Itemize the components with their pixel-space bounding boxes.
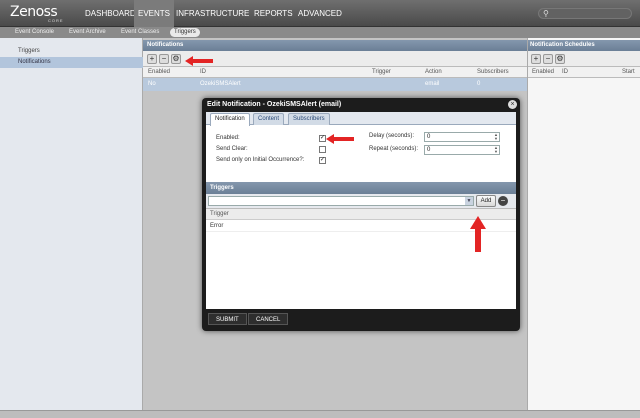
add-notification-button[interactable]: + xyxy=(147,54,157,64)
initial-occurrence-label: Send only on Initial Occurrence?: xyxy=(216,157,305,163)
cell-id: OzekiSMSAlert xyxy=(200,81,241,87)
delay-seconds-input[interactable]: 0 ▲ ▼ xyxy=(424,132,500,142)
tab-content[interactable]: Content xyxy=(253,113,285,125)
column-action[interactable]: Action xyxy=(425,67,442,78)
dialog-footer: SUBMIT CANCEL xyxy=(206,310,516,328)
dialog-body: Notification Content Subscribers Enabled… xyxy=(206,112,516,309)
repeat-label: Repeat (seconds): xyxy=(369,146,419,152)
schedules-toolbar: + − ⚙ xyxy=(528,51,640,67)
sub-navigation-bar: Event Console Event Archive Event Classe… xyxy=(0,27,640,38)
notifications-panel-title: Notifications xyxy=(143,40,527,51)
subtab-triggers[interactable]: Triggers xyxy=(170,28,200,37)
spinner-arrows-icon[interactable]: ▲ ▼ xyxy=(494,133,498,141)
edit-notification-gear-icon[interactable]: ⚙ xyxy=(171,54,181,64)
column-enabled[interactable]: Enabled xyxy=(148,67,170,78)
annotation-arrow-add xyxy=(470,216,486,252)
nav-tab-dashboard[interactable]: DASHBOARD xyxy=(81,0,140,27)
status-bar xyxy=(0,410,640,418)
schedule-column-id[interactable]: ID xyxy=(562,67,568,78)
search-input[interactable] xyxy=(538,8,632,19)
remove-trigger-button[interactable]: − xyxy=(498,196,508,206)
dialog-tab-bar: Notification Content Subscribers xyxy=(206,112,516,126)
left-item-triggers[interactable]: Triggers xyxy=(0,46,143,57)
schedule-column-start[interactable]: Start xyxy=(622,67,635,78)
cancel-button[interactable]: CANCEL xyxy=(248,313,289,325)
tab-notification[interactable]: Notification xyxy=(210,113,250,126)
cell-action: email xyxy=(425,81,440,87)
nav-tab-infrastructure[interactable]: INFRASTRUCTURE xyxy=(172,0,253,27)
column-id[interactable]: ID xyxy=(200,67,206,78)
notifications-grid-header: Enabled ID Trigger Action Subscribers xyxy=(143,67,527,78)
schedules-grid-header: Enabled ID Start xyxy=(528,67,640,78)
enabled-label: Enabled: xyxy=(216,135,240,141)
annotation-arrow-toolbar xyxy=(185,56,213,66)
chevron-down-icon[interactable]: ▼ xyxy=(465,197,473,205)
column-trigger[interactable]: Trigger xyxy=(372,67,391,78)
send-clear-label: Send Clear: xyxy=(216,146,248,152)
tab-subscribers[interactable]: Subscribers xyxy=(288,113,330,125)
submit-button[interactable]: SUBMIT xyxy=(208,313,247,325)
triggers-toolbar: ▼ Add − xyxy=(206,194,516,209)
edit-notification-dialog: Edit Notification - OzekiSMSAlert (email… xyxy=(202,98,520,331)
spinner-arrows-icon[interactable]: ▲ ▼ xyxy=(494,146,498,154)
schedules-panel-title: Notification Schedules xyxy=(528,40,640,51)
left-item-notifications[interactable]: Notifications xyxy=(0,57,143,68)
add-schedule-button[interactable]: + xyxy=(531,54,541,64)
notification-schedules-panel: Notification Schedules + − ⚙ Enabled ID … xyxy=(527,38,640,418)
remove-schedule-button[interactable]: − xyxy=(543,54,553,64)
initial-occurrence-checkbox[interactable]: ✓ xyxy=(319,157,326,164)
nav-tab-reports[interactable]: REPORTS xyxy=(250,0,297,27)
trigger-select[interactable]: ▼ xyxy=(208,196,474,206)
add-trigger-button[interactable]: Add xyxy=(476,195,496,207)
close-icon[interactable]: × xyxy=(508,100,517,109)
annotation-arrow-enabled xyxy=(326,134,354,144)
left-navigation-panel: Triggers Notifications xyxy=(0,38,143,418)
edit-schedule-gear-icon[interactable]: ⚙ xyxy=(555,54,565,64)
subtab-event-console[interactable]: Event Console xyxy=(11,28,58,37)
repeat-value: 0 xyxy=(427,147,431,153)
enabled-checkbox[interactable]: ✓ xyxy=(319,135,326,142)
top-navigation-bar: Zenoss CORE DASHBOARD EVENTS INFRASTRUCT… xyxy=(0,0,640,27)
cell-enabled: No xyxy=(148,81,156,87)
search-icon: ⚲ xyxy=(543,9,549,18)
table-row[interactable]: No OzekiSMSAlert email 0 xyxy=(143,78,527,91)
send-clear-checkbox[interactable] xyxy=(319,146,326,153)
cell-subscribers: 0 xyxy=(477,81,481,87)
dialog-title: Edit Notification - OzekiSMSAlert (email… xyxy=(207,101,342,108)
subtab-event-classes[interactable]: Event Classes xyxy=(117,28,163,37)
nav-tab-events[interactable]: EVENTS xyxy=(134,0,175,27)
schedule-column-enabled[interactable]: Enabled xyxy=(532,67,554,78)
repeat-seconds-input[interactable]: 0 ▲ ▼ xyxy=(424,145,500,155)
triggers-section-title: Triggers xyxy=(206,182,516,194)
column-subscribers[interactable]: Subscribers xyxy=(477,67,509,78)
delay-label: Delay (seconds): xyxy=(369,133,415,139)
subtab-event-archive[interactable]: Event Archive xyxy=(65,28,110,37)
remove-notification-button[interactable]: − xyxy=(159,54,169,64)
logo-subtitle: CORE xyxy=(48,18,64,23)
nav-tab-advanced[interactable]: ADVANCED xyxy=(294,0,346,27)
delay-value: 0 xyxy=(427,134,431,140)
